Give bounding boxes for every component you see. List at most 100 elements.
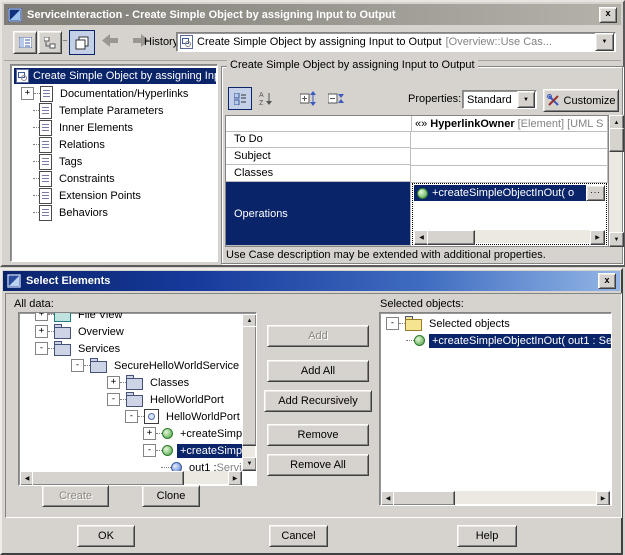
tree-item-relations[interactable]: Relations bbox=[21, 136, 108, 153]
tree-view-button[interactable] bbox=[38, 31, 62, 54]
more-button[interactable]: ... bbox=[586, 185, 605, 201]
expander-icon[interactable] bbox=[21, 87, 34, 100]
add-all-button[interactable]: Add All bbox=[267, 360, 369, 382]
table-row-subject[interactable]: Subject bbox=[226, 148, 411, 165]
dialog-title-bar: Select Elements bbox=[3, 271, 620, 291]
tree-item-inner-elements[interactable]: Inner Elements bbox=[21, 119, 136, 136]
operation-value: +createSimpleObjectInOut( o bbox=[432, 187, 574, 199]
main-close-icon[interactable] bbox=[599, 7, 617, 23]
table-row-classes[interactable]: Classes bbox=[226, 165, 411, 182]
scroll-down-icon[interactable] bbox=[609, 232, 624, 247]
cancel-button[interactable]: Cancel bbox=[269, 525, 328, 547]
more-label: ... bbox=[590, 185, 601, 195]
tree-item-selected-objects-root[interactable]: Selected objects bbox=[386, 315, 513, 332]
scroll-thumb[interactable] bbox=[32, 471, 184, 486]
folder-icon bbox=[405, 319, 422, 331]
table-cell-hyperlink-owner[interactable]: «» HyperlinkOwner [Element] [UML S bbox=[411, 116, 608, 132]
table-value-subject[interactable] bbox=[411, 148, 608, 166]
expander-icon[interactable] bbox=[386, 317, 399, 330]
document-icon bbox=[39, 137, 52, 153]
tree-item-behaviors[interactable]: Behaviors bbox=[21, 204, 111, 221]
add-button[interactable]: Add bbox=[267, 325, 369, 347]
scroll-thumb[interactable] bbox=[609, 128, 624, 152]
tree-root-row[interactable]: Create Simple Object by assigning Inp bbox=[12, 67, 216, 84]
all-data-hscrollbar[interactable] bbox=[20, 471, 242, 484]
expander-icon[interactable] bbox=[143, 427, 156, 440]
add-recursively-button[interactable]: Add Recursively bbox=[264, 390, 372, 412]
expander-icon[interactable] bbox=[107, 376, 120, 389]
scroll-thumb[interactable] bbox=[393, 491, 455, 506]
tree-item-documentation[interactable]: Documentation/Hyperlinks bbox=[21, 85, 191, 102]
tree-item-tags[interactable]: Tags bbox=[21, 153, 85, 170]
tree-item-constraints[interactable]: Constraints bbox=[21, 170, 118, 187]
tree-item-label: Tags bbox=[56, 155, 85, 169]
scroll-thumb[interactable] bbox=[242, 326, 257, 446]
operations-editor[interactable]: +createSimpleObjectInOut( o ... bbox=[412, 183, 607, 245]
table-value-todo[interactable] bbox=[411, 131, 608, 149]
help-label: Help bbox=[476, 530, 499, 542]
document-icon bbox=[39, 154, 52, 170]
create-button[interactable]: Create bbox=[42, 485, 109, 507]
history-dropdown-icon[interactable]: ▼ bbox=[595, 33, 614, 51]
table-row[interactable] bbox=[226, 116, 412, 132]
tree-item-selected-operation[interactable]: +createSimpleObjectInOut( out1 : Se bbox=[406, 332, 611, 349]
selected-hscrollbar[interactable] bbox=[381, 491, 610, 504]
properties-dropdown-icon[interactable]: ▼ bbox=[517, 91, 535, 108]
cascade-button[interactable] bbox=[69, 30, 95, 55]
operation-list-item[interactable]: +createSimpleObjectInOut( o bbox=[414, 185, 587, 201]
dialog-close-icon[interactable] bbox=[598, 273, 616, 289]
table-vscrollbar[interactable] bbox=[609, 115, 622, 247]
tree-item-extension-points[interactable]: Extension Points bbox=[21, 187, 144, 204]
categorized-view-button[interactable] bbox=[228, 87, 252, 110]
tree-item-helloworldport-folder[interactable]: HelloWorldPort bbox=[107, 391, 227, 408]
expander-icon[interactable] bbox=[143, 444, 156, 457]
tree-item-classes[interactable]: Classes bbox=[107, 374, 192, 391]
main-window: ServiceInteraction - Create Simple Objec… bbox=[0, 0, 625, 267]
scroll-down-icon[interactable] bbox=[242, 457, 257, 471]
expander-icon[interactable] bbox=[125, 410, 138, 423]
table-row-todo[interactable]: To Do bbox=[226, 131, 411, 148]
tree-item-securehelloworldservice[interactable]: SecureHelloWorldService bbox=[71, 357, 242, 374]
back-button[interactable] bbox=[102, 34, 119, 50]
expander-icon[interactable] bbox=[107, 393, 120, 406]
tree-root-label: Create Simple Object by assigning Inp bbox=[33, 70, 216, 82]
collapse-all-button[interactable] bbox=[326, 89, 348, 107]
tree-item-template-parameters[interactable]: Template Parameters bbox=[21, 102, 167, 119]
all-data-tree: File View Overview Services SecureHelloW… bbox=[18, 312, 257, 486]
sort-alphabetically-button[interactable]: A Z bbox=[256, 89, 276, 107]
scroll-right-icon[interactable] bbox=[596, 491, 610, 506]
operations-hscrollbar[interactable] bbox=[414, 230, 605, 243]
remove-all-button[interactable]: Remove All bbox=[267, 454, 369, 476]
ok-button[interactable]: OK bbox=[77, 525, 135, 547]
scroll-thumb[interactable] bbox=[427, 230, 475, 245]
tree-item-services[interactable]: Services bbox=[35, 340, 123, 357]
customize-button[interactable]: Customize bbox=[543, 89, 619, 112]
clone-button[interactable]: Clone bbox=[142, 485, 200, 507]
tree-item-file-view[interactable]: File View bbox=[35, 312, 125, 323]
tree-item-createsimpleob-2[interactable]: +createSimpleOb bbox=[143, 442, 242, 459]
add-label: Add bbox=[308, 330, 328, 342]
scroll-right-icon[interactable] bbox=[228, 471, 242, 486]
table-row-operations[interactable]: Operations bbox=[226, 182, 411, 246]
tree-item-helloworldport-component[interactable]: HelloWorldPort bbox=[125, 408, 243, 425]
expander-icon[interactable] bbox=[35, 342, 48, 355]
all-data-vscrollbar[interactable] bbox=[242, 314, 255, 471]
tree-item-createsimpleob-1[interactable]: +createSimpleOb bbox=[143, 425, 242, 442]
table-value-classes[interactable] bbox=[411, 165, 608, 183]
row-label: Operations bbox=[234, 208, 288, 220]
properties-combobox[interactable]: Standard ▼ bbox=[462, 90, 537, 109]
remove-button[interactable]: Remove bbox=[267, 424, 369, 446]
expand-all-button[interactable] bbox=[298, 89, 320, 107]
help-button[interactable]: Help bbox=[457, 525, 517, 547]
expander-icon[interactable] bbox=[35, 325, 48, 338]
expander-icon[interactable] bbox=[71, 359, 84, 372]
tree-item-overview[interactable]: Overview bbox=[35, 323, 127, 340]
svg-text:Z: Z bbox=[259, 100, 264, 106]
scroll-right-icon[interactable] bbox=[590, 230, 605, 245]
add-recursively-label: Add Recursively bbox=[278, 395, 357, 407]
properties-view-button[interactable] bbox=[13, 31, 37, 54]
tree-item-label: Overview bbox=[75, 325, 127, 339]
history-combobox[interactable]: Create Simple Object by assigning Input … bbox=[176, 32, 616, 52]
tree-item-label: +createSimpleObjectInOut( out1 : Se bbox=[429, 334, 611, 348]
expander-icon[interactable] bbox=[35, 312, 48, 321]
